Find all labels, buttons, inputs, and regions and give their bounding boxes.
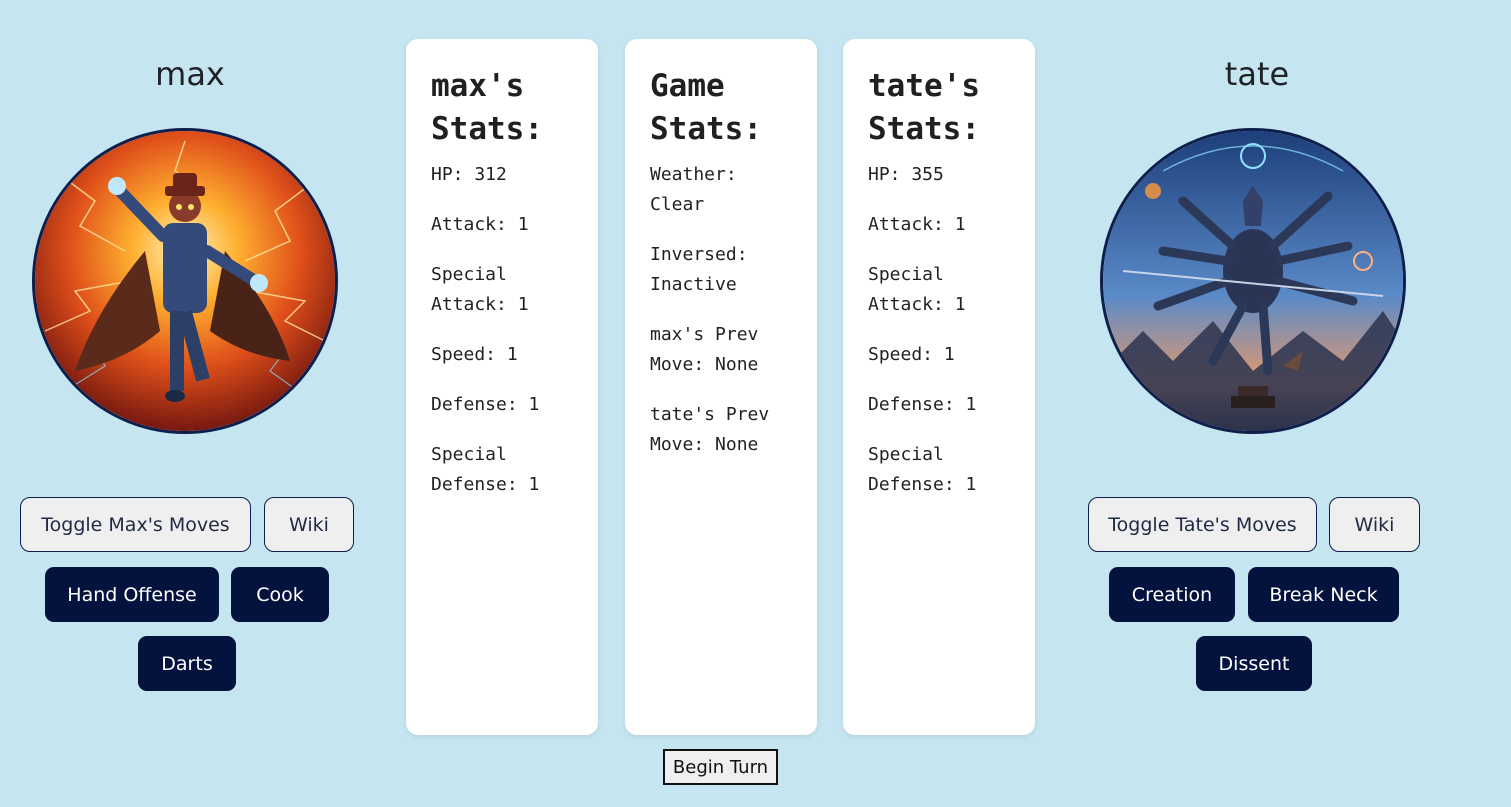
stat-hp: HP: 312: [431, 164, 507, 185]
stat-special-defense: Special Defense: 1: [868, 444, 977, 495]
stat-hp: HP: 355: [868, 164, 944, 185]
player-name: tate: [1224, 55, 1290, 93]
tate-stats-card: tate's Stats: HP: 355 Attack: 1 Special …: [843, 39, 1035, 735]
tate-stats-title: tate's Stats:: [868, 68, 980, 147]
fire-mage-avatar-icon: [35, 131, 335, 431]
max-wiki-button[interactable]: Wiki: [264, 497, 354, 552]
stat-special-defense: Special Defense: 1: [431, 444, 540, 495]
stat-defense: Defense: 1: [868, 394, 977, 415]
toggle-max-moves-button[interactable]: Toggle Max's Moves: [20, 497, 251, 552]
mech-avatar: [1100, 128, 1406, 434]
fire-mage-avatar: [32, 128, 338, 434]
stat-tate-prev-move: tate's Prev Move: None: [650, 404, 770, 455]
move-button-hand-offense[interactable]: Hand Offense: [45, 567, 219, 622]
stat-special-attack: Special Attack: 1: [431, 264, 529, 315]
mech-avatar-icon: [1103, 131, 1403, 431]
tate-wiki-button[interactable]: Wiki: [1329, 497, 1420, 552]
game-stats-title: Game Stats:: [650, 68, 762, 147]
move-button-cook[interactable]: Cook: [231, 567, 329, 622]
stat-defense: Defense: 1: [431, 394, 540, 415]
stat-special-attack: Special Attack: 1: [868, 264, 966, 315]
stat-weather: Weather: Clear: [650, 164, 737, 215]
move-button-darts[interactable]: Darts: [138, 636, 236, 691]
stat-attack: Attack: 1: [868, 214, 966, 235]
player-name: max: [155, 55, 225, 93]
move-button-break-neck[interactable]: Break Neck: [1248, 567, 1399, 622]
stat-max-prev-move: max's Prev Move: None: [650, 324, 759, 375]
game-stats-card: Game Stats: Weather: Clear Inversed: Ina…: [625, 39, 817, 735]
stat-inversed: Inversed: Inactive: [650, 244, 748, 295]
move-button-dissent[interactable]: Dissent: [1196, 636, 1312, 691]
max-stats-title: max's Stats:: [431, 68, 543, 147]
begin-turn-button[interactable]: Begin Turn: [663, 749, 778, 785]
toggle-tate-moves-button[interactable]: Toggle Tate's Moves: [1088, 497, 1317, 552]
max-stats-card: max's Stats: HP: 312 Attack: 1 Special A…: [406, 39, 598, 735]
stat-attack: Attack: 1: [431, 214, 529, 235]
move-button-creation[interactable]: Creation: [1109, 567, 1235, 622]
stat-speed: Speed: 1: [868, 344, 955, 365]
stat-speed: Speed: 1: [431, 344, 518, 365]
